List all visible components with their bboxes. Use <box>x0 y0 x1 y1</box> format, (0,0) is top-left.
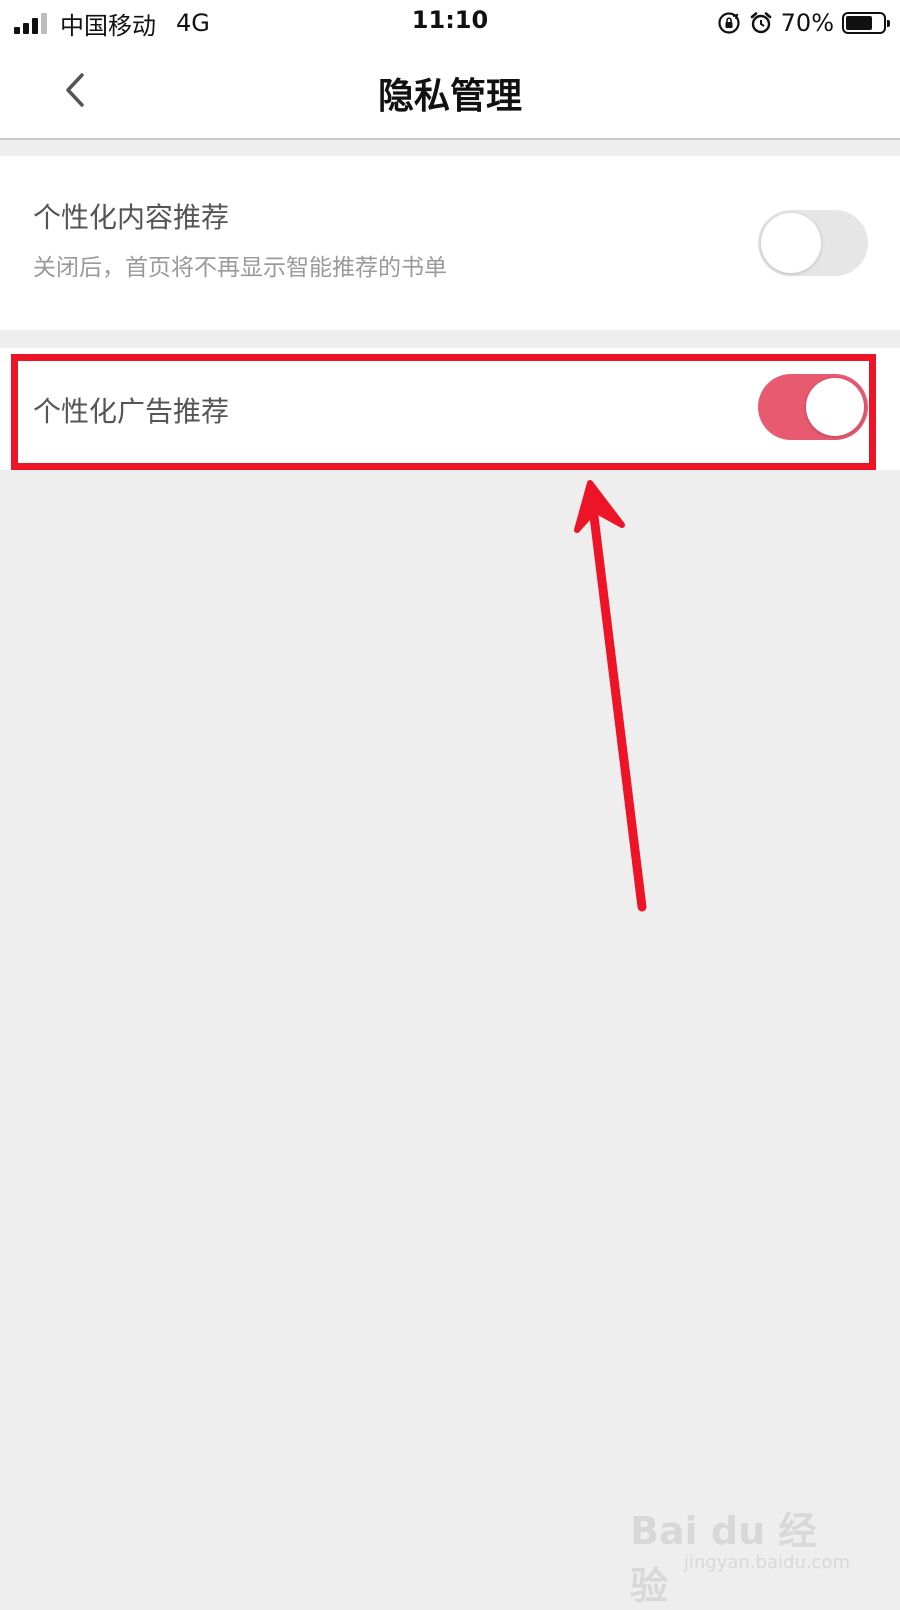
content-recommendation-toggle[interactable] <box>758 210 868 276</box>
rotation-lock-icon <box>718 12 740 34</box>
watermark-logo: Bai du 经验 <box>630 1509 817 1608</box>
baidu-watermark: Bai du 经验 jingyan.baidu.com <box>630 1500 850 1608</box>
battery-icon <box>842 12 890 34</box>
battery-percent: 70% <box>780 9 834 37</box>
setting-row-content-recommendation: 个性化内容推荐 关闭后，首页将不再显示智能推荐的书单 <box>0 156 900 330</box>
watermark-url: jingyan.baidu.com <box>683 1552 850 1573</box>
setting-title: 个性化内容推荐 <box>33 201 230 234</box>
setting-row-ad-recommendation: 个性化广告推荐 <box>0 348 900 470</box>
alarm-icon <box>750 12 771 34</box>
setting-description: 关闭后，首页将不再显示智能推荐的书单 <box>33 255 447 281</box>
page-title: 隐私管理 <box>377 76 522 117</box>
status-bar: 中国移动 4G 11:10 70% <box>0 0 900 45</box>
toggle-knob <box>761 213 821 273</box>
status-right: 70% <box>717 6 890 40</box>
navigation-bar: 隐私管理 <box>0 45 900 140</box>
setting-title: 个性化广告推荐 <box>33 395 230 428</box>
toggle-knob <box>806 378 864 436</box>
ad-recommendation-toggle[interactable] <box>758 374 868 440</box>
